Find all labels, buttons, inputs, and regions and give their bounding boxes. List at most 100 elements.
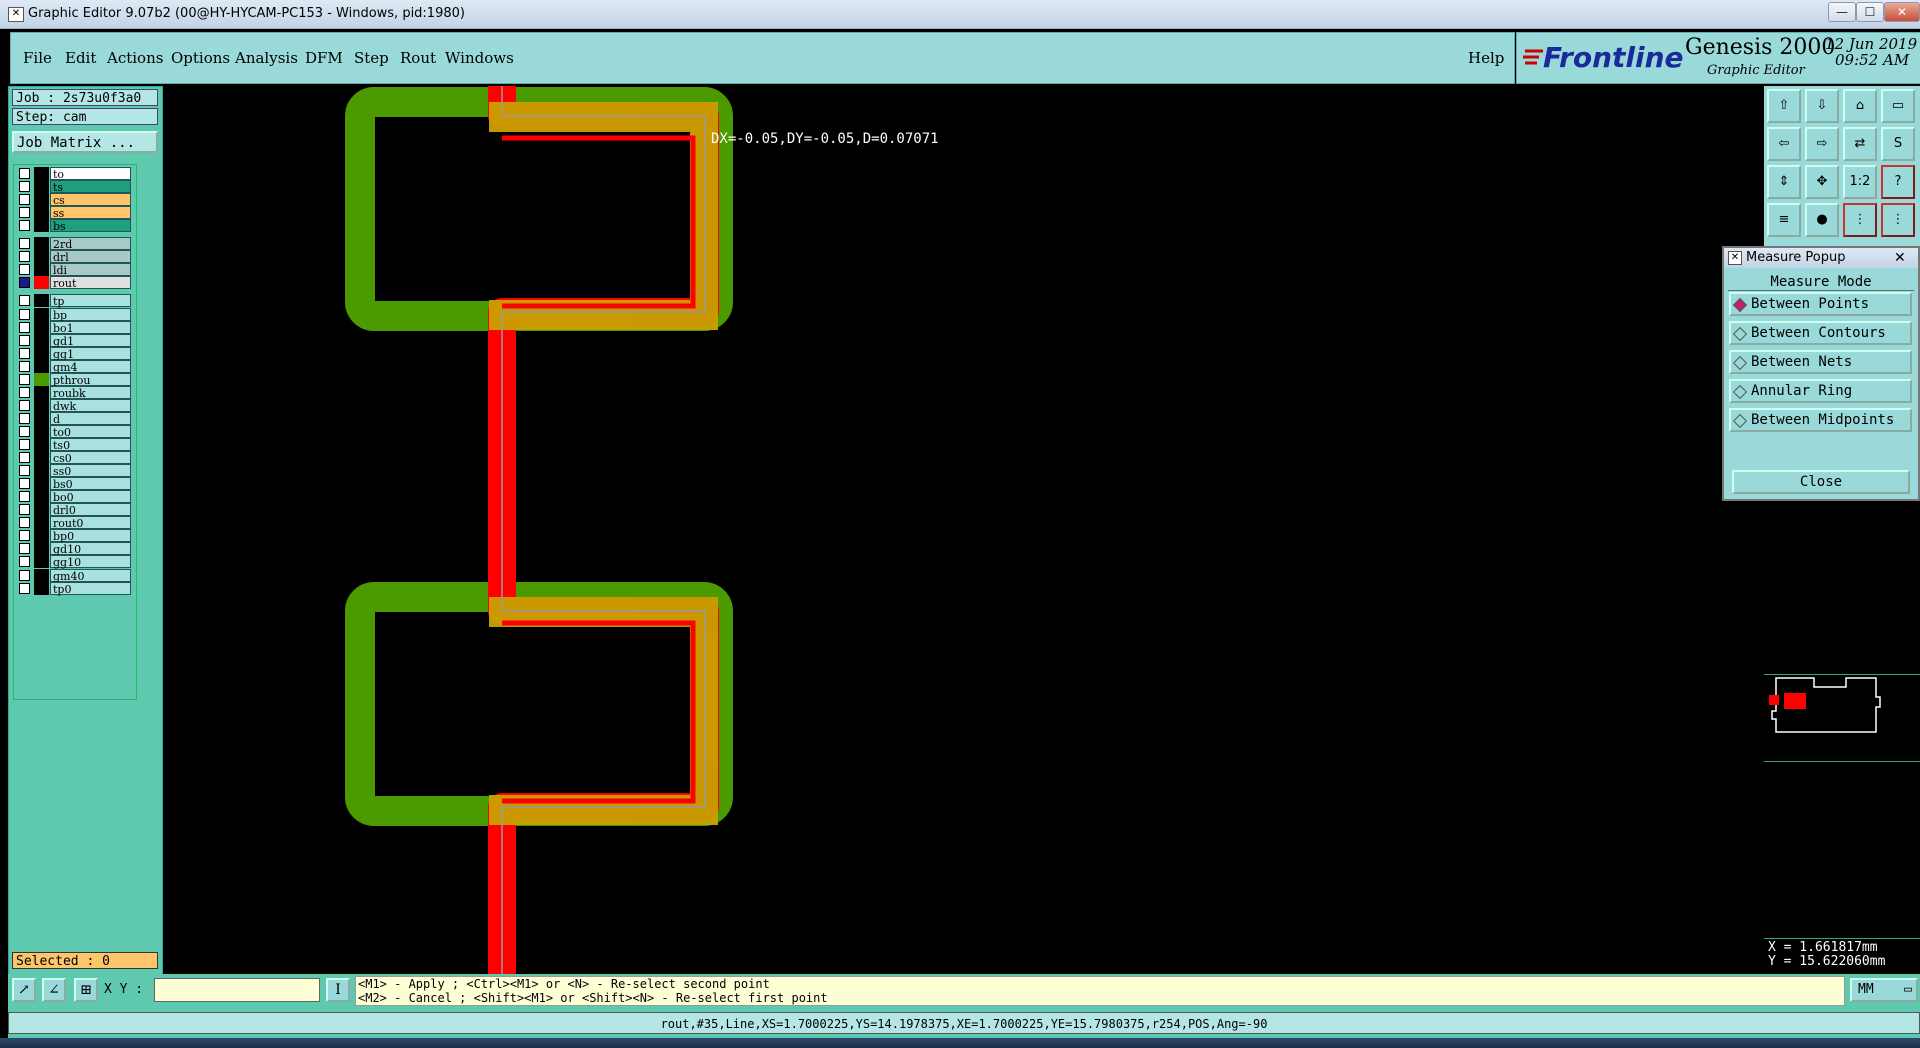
menu-options[interactable]: Options (171, 49, 230, 67)
toolbox-button-2[interactable]: ⇩ (1805, 89, 1839, 123)
layer-row-gg1[interactable]: gg1 (16, 346, 132, 361)
layer-checkbox[interactable] (19, 582, 30, 594)
layer-row-rout0[interactable]: rout0 (16, 516, 132, 530)
layer-name[interactable]: d (50, 411, 131, 426)
layer-row-to0[interactable]: to0 (16, 424, 132, 439)
layer-row-2rd[interactable]: 2rd (16, 237, 132, 251)
layer-checkbox[interactable] (19, 251, 30, 263)
layer-name[interactable]: ss (50, 206, 131, 220)
layer-row-bp0[interactable]: bp0 (16, 529, 132, 543)
layer-checkbox[interactable] (19, 264, 30, 276)
menu-windows[interactable]: Windows (445, 49, 514, 67)
layer-checkbox[interactable] (19, 373, 30, 385)
layer-checkbox[interactable] (19, 347, 30, 359)
layer-checkbox[interactable] (19, 220, 30, 232)
layer-row-rout[interactable]: rout (16, 276, 132, 290)
layer-checkbox[interactable] (19, 386, 30, 398)
layer-row-ss[interactable]: ss (16, 206, 132, 220)
layer-checkbox[interactable] (19, 412, 30, 424)
minimap[interactable] (1764, 674, 1920, 762)
layer-row-tp0[interactable]: tp0 (16, 581, 132, 596)
layer-checkbox[interactable] (19, 308, 30, 320)
toolbox-button-16[interactable]: ⋮ (1881, 203, 1915, 237)
layer-name[interactable]: dwk (50, 398, 131, 413)
layer-row-bp[interactable]: bp (16, 307, 132, 322)
layer-row-drl[interactable]: drl (16, 250, 132, 264)
layer-checkbox[interactable] (19, 168, 30, 179)
layer-name[interactable]: bp0 (50, 529, 131, 543)
toolbox-button-7[interactable]: ⇄ (1843, 127, 1877, 161)
between-points-option[interactable]: Between Points (1729, 292, 1912, 316)
layer-checkbox[interactable] (19, 277, 30, 289)
layer-row-ss0[interactable]: ss0 (16, 464, 132, 478)
xy-input[interactable] (154, 978, 320, 1002)
layer-name[interactable]: cs0 (50, 451, 131, 465)
layer-name[interactable]: bs (50, 219, 131, 233)
layer-row-bo0[interactable]: bo0 (16, 490, 132, 504)
zoom-1-2-icon[interactable]: 1:2 (1843, 165, 1877, 199)
snap-icon[interactable]: ↗ (12, 978, 36, 1002)
layer-row-ts[interactable]: ts (16, 180, 132, 194)
layer-name[interactable]: ts (50, 180, 131, 194)
layer-name[interactable]: ss0 (50, 464, 131, 478)
layer-row-dwk[interactable]: dwk (16, 398, 132, 413)
cursor-icon[interactable]: I (326, 978, 350, 1002)
menu-edit[interactable]: Edit (65, 49, 96, 67)
layer-checkbox[interactable] (19, 321, 30, 333)
home-icon[interactable]: ⌂ (1843, 89, 1877, 123)
layer-name[interactable]: to (50, 167, 131, 181)
zoom-fit-icon[interactable]: ⇕ (1767, 165, 1801, 199)
layer-checkbox[interactable] (19, 569, 30, 581)
layer-checkbox[interactable] (19, 181, 30, 193)
layer-row-pthrou[interactable]: pthrou (16, 372, 132, 387)
layer-checkbox[interactable] (19, 530, 30, 542)
layer-checkbox[interactable] (19, 439, 30, 450)
between-nets-option[interactable]: Between Nets (1729, 350, 1912, 374)
layer-name[interactable]: roubk (50, 385, 131, 400)
layer-row-gg10[interactable]: gg10 (16, 555, 132, 569)
layer-name[interactable]: tp (50, 294, 131, 308)
layer-list[interactable]: to ts cs ss bs 2rd drl ldi rout tp bp bo1 gd1 gg1 gm4 p… (13, 164, 137, 700)
layer-row-bs[interactable]: bs (16, 219, 132, 233)
menu-actions[interactable]: Actions (107, 49, 163, 67)
layer-checkbox[interactable] (19, 399, 30, 411)
layer-checkbox[interactable] (19, 238, 30, 250)
layer-name[interactable]: drl (50, 250, 131, 264)
layer-name[interactable]: ts0 (50, 438, 131, 452)
toolbox-button-5[interactable]: ⇦ (1767, 127, 1801, 161)
layer-checkbox[interactable] (19, 504, 30, 516)
close-window-button[interactable]: ✕ (1884, 2, 1920, 22)
units-selector[interactable]: MM ▭ (1850, 978, 1918, 1002)
layer-checkbox[interactable] (19, 360, 30, 372)
toolbox-button-1[interactable]: ⇧ (1767, 89, 1801, 123)
layer-checkbox[interactable] (19, 334, 30, 346)
layer-row-roubk[interactable]: roubk (16, 385, 132, 400)
layer-row-ldi[interactable]: ldi (16, 263, 132, 277)
toolbox-button-15[interactable]: ⋮ (1843, 203, 1877, 237)
menu-dfm[interactable]: DFM (305, 49, 343, 67)
layer-checkbox[interactable] (19, 425, 30, 437)
layer-name[interactable]: bo1 (50, 320, 131, 335)
layer-row-gd1[interactable]: gd1 (16, 333, 132, 348)
popup-close-icon[interactable]: ✕ (1894, 248, 1906, 268)
grid-icon[interactable]: ⊞ (74, 978, 98, 1002)
layer-checkbox[interactable] (19, 194, 30, 206)
toolbox-button-4[interactable]: ▭ (1881, 89, 1915, 123)
layer-row-gm40[interactable]: gm40 (16, 568, 132, 583)
angle-icon[interactable]: ∠ (42, 978, 66, 1002)
layer-checkbox[interactable] (19, 295, 30, 307)
layer-checkbox[interactable] (19, 517, 30, 529)
minimize-button[interactable]: — (1828, 2, 1856, 22)
between-contours-option[interactable]: Between Contours (1729, 321, 1912, 345)
menu-help[interactable]: Help (1468, 49, 1504, 67)
layer-row-d[interactable]: d (16, 411, 132, 426)
layer-row-cs[interactable]: cs (16, 193, 132, 207)
layer-name[interactable]: gg1 (50, 346, 131, 361)
layer-name[interactable]: gd10 (50, 542, 131, 556)
layer-checkbox[interactable] (19, 543, 30, 555)
menu-rout[interactable]: Rout (400, 49, 436, 67)
layer-name[interactable]: bo0 (50, 490, 131, 504)
layer-name[interactable]: ldi (50, 263, 131, 277)
zoom-center-icon[interactable]: ✥ (1805, 165, 1839, 199)
layer-name[interactable]: bs0 (50, 477, 131, 491)
